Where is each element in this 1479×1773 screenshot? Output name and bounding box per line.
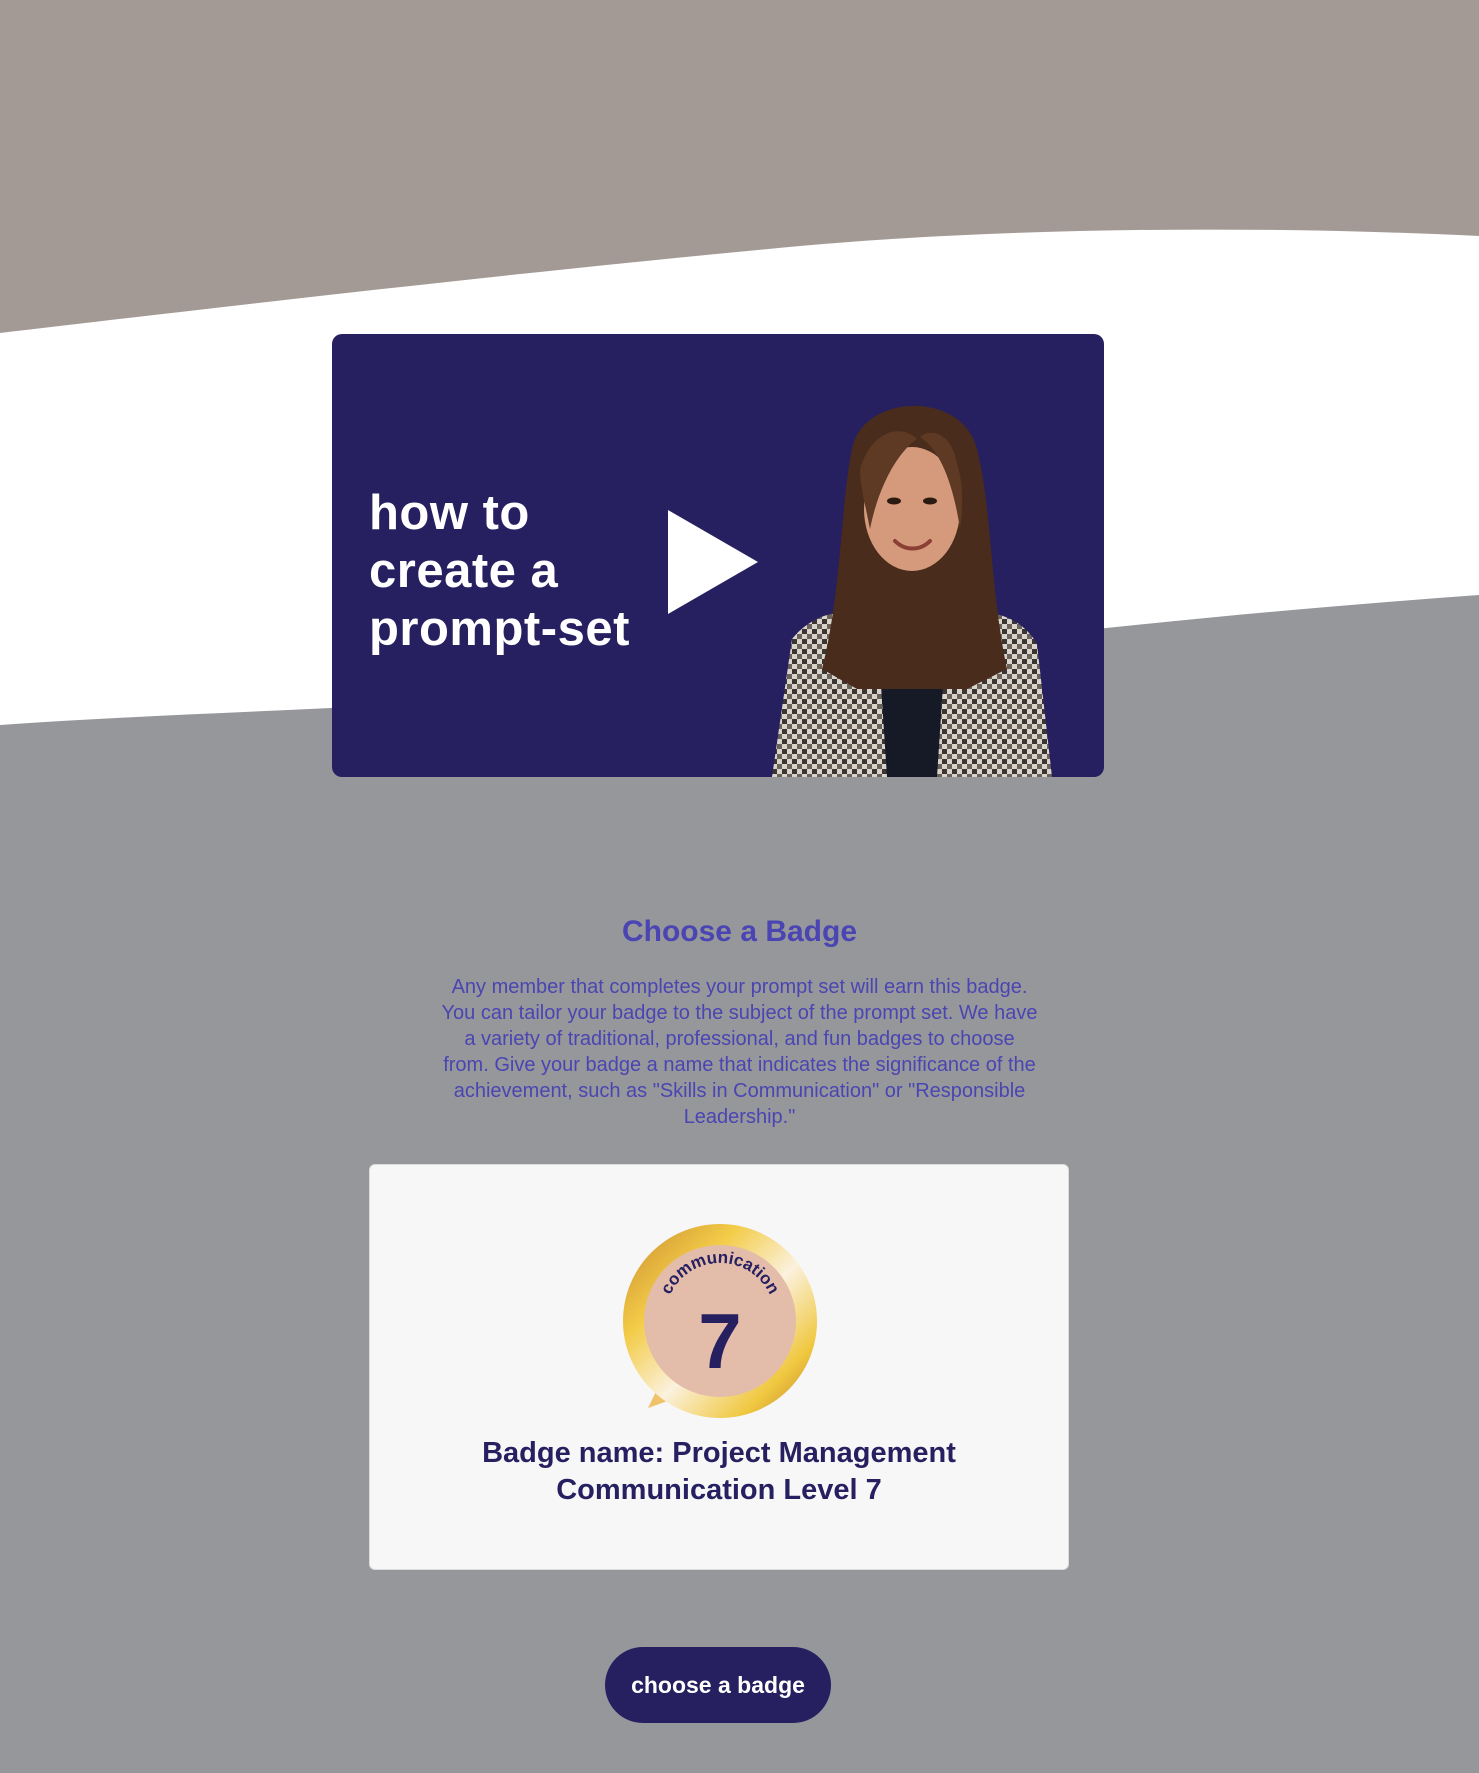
badge-name-line-1: Badge name: Project Management — [482, 1437, 956, 1469]
video-title: how to create a prompt-set — [369, 484, 630, 658]
badge-preview-card: communication 7 Badge name: Project Mana… — [369, 1164, 1069, 1570]
video-title-line-3: prompt-set — [369, 602, 630, 656]
badge-level-number: 7 — [698, 1297, 741, 1385]
video-thumbnail[interactable]: how to create a prompt-set — [332, 334, 1104, 777]
choose-badge-section: Choose a Badge Any member that completes… — [0, 900, 1479, 1130]
badge-name: Badge name: Project Management Communica… — [370, 1435, 1068, 1509]
presenter-photo — [772, 405, 1052, 777]
badge-name-line-2: Communication Level 7 — [556, 1474, 882, 1506]
section-title: Choose a Badge — [621, 915, 858, 948]
video-title-line-2: create a — [369, 544, 559, 598]
section-description: Any member that completes your prompt se… — [441, 976, 1038, 1128]
choose-badge-button[interactable]: choose a badge — [605, 1647, 831, 1723]
communication-badge-icon: communication 7 — [623, 1224, 817, 1418]
play-icon[interactable] — [668, 510, 758, 614]
video-title-line-1: how to — [369, 486, 530, 540]
